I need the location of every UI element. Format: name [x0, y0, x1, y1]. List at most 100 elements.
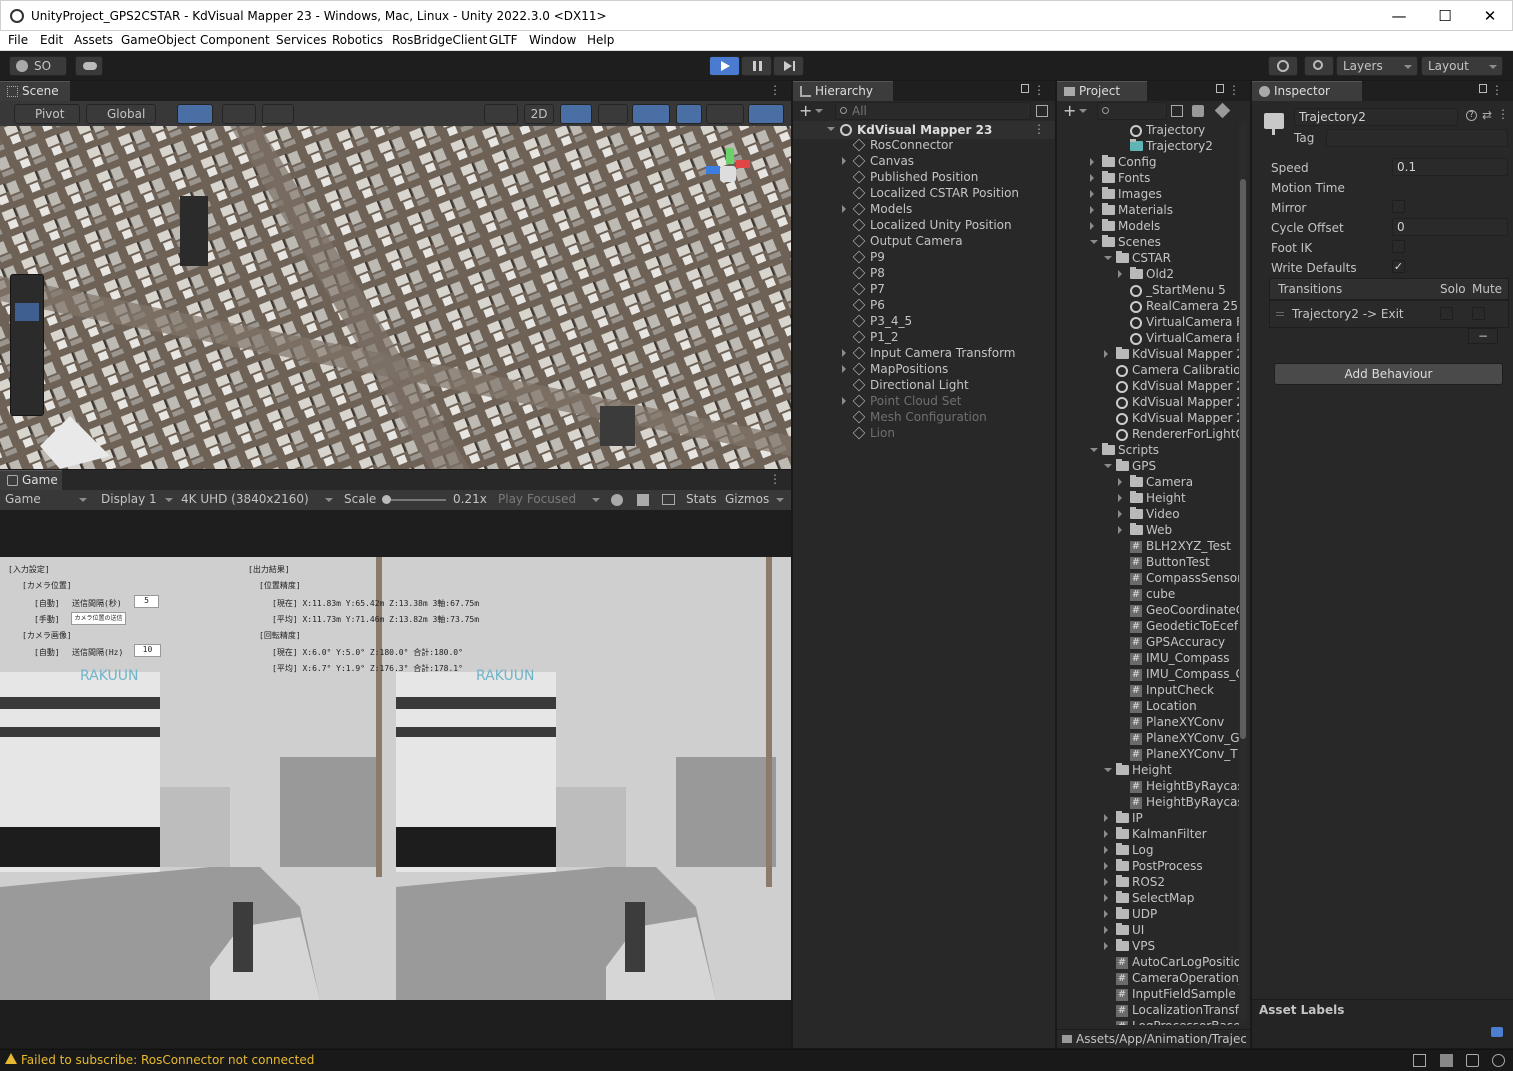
- project-item[interactable]: # LogProcessorBase: [1057, 1018, 1239, 1025]
- solo-checkbox[interactable]: [1440, 307, 1453, 320]
- global-toggle[interactable]: Global: [86, 104, 156, 124]
- expand-arrow-icon[interactable]: [842, 205, 846, 213]
- project-item[interactable]: Images: [1057, 186, 1239, 202]
- collapse-arrow-icon[interactable]: [1104, 768, 1112, 772]
- project-item[interactable]: Trajectory2: [1057, 138, 1239, 154]
- maximize-button[interactable]: ☐: [1422, 5, 1468, 27]
- project-item[interactable]: Camera Calibratior: [1057, 362, 1239, 378]
- project-item[interactable]: # GeodeticToEcef: [1057, 618, 1239, 634]
- project-item[interactable]: KdVisual Mapper 2: [1057, 394, 1239, 410]
- tab-hierarchy[interactable]: Hierarchy: [793, 81, 893, 101]
- search-button[interactable]: [1304, 56, 1334, 76]
- cache-icon[interactable]: [1440, 1054, 1453, 1067]
- hierarchy-item[interactable]: Mesh Configuration: [793, 409, 1055, 425]
- add-behaviour-button[interactable]: Add Behaviour: [1274, 363, 1503, 385]
- project-item[interactable]: Config: [1057, 154, 1239, 170]
- menu-edit[interactable]: Edit: [40, 33, 63, 47]
- account-dropdown[interactable]: SO: [9, 56, 67, 76]
- add-icon[interactable]: +: [799, 101, 812, 120]
- project-item[interactable]: Models: [1057, 218, 1239, 234]
- project-item[interactable]: KdVisual Mapper 2: [1057, 410, 1239, 426]
- menu-assets[interactable]: Assets: [74, 33, 113, 47]
- lock-icon[interactable]: [1021, 84, 1029, 93]
- project-item[interactable]: Scenes: [1057, 234, 1239, 250]
- tab-inspector[interactable]: Inspector: [1252, 81, 1362, 101]
- keyboard-icon[interactable]: [662, 494, 675, 505]
- project-item[interactable]: # InputFieldSample: [1057, 986, 1239, 1002]
- project-item[interactable]: IP: [1057, 810, 1239, 826]
- expand-arrow-icon[interactable]: [842, 365, 846, 373]
- project-item[interactable]: VirtualCamera R: [1057, 314, 1239, 330]
- hierarchy-item[interactable]: Directional Light: [793, 377, 1055, 393]
- project-item[interactable]: Fonts: [1057, 170, 1239, 186]
- project-item[interactable]: SelectMap: [1057, 890, 1239, 906]
- interval-input[interactable]: 5: [134, 595, 159, 608]
- menu-services[interactable]: Services: [276, 33, 327, 47]
- expand-arrow-icon[interactable]: [842, 349, 846, 357]
- preset-icon[interactable]: ⇄: [1482, 108, 1492, 122]
- project-item[interactable]: Video: [1057, 506, 1239, 522]
- project-item[interactable]: # HeightByRaycas: [1057, 794, 1239, 810]
- menu-file[interactable]: File: [8, 33, 28, 47]
- menu-window[interactable]: Window: [529, 33, 576, 47]
- expand-arrow-icon[interactable]: [1090, 190, 1094, 198]
- minimize-button[interactable]: —: [1376, 5, 1422, 27]
- help-icon[interactable]: ?: [1466, 110, 1477, 121]
- project-item[interactable]: VirtualCamera R: [1057, 330, 1239, 346]
- expand-arrow-icon[interactable]: [1118, 478, 1122, 486]
- expand-arrow-icon[interactable]: [1104, 926, 1108, 934]
- cloud-button[interactable]: [75, 56, 103, 76]
- remove-transition-button[interactable]: −: [1468, 328, 1498, 344]
- project-item[interactable]: Materials: [1057, 202, 1239, 218]
- hierarchy-item[interactable]: Localized Unity Position: [793, 217, 1055, 233]
- scale-slider[interactable]: [384, 499, 446, 501]
- 2d-toggle[interactable]: 2D: [524, 104, 554, 124]
- project-item[interactable]: CSTAR: [1057, 250, 1239, 266]
- hierarchy-item[interactable]: Canvas: [793, 153, 1055, 169]
- expand-arrow-icon[interactable]: [842, 157, 846, 165]
- filter-label-icon[interactable]: [1192, 105, 1204, 117]
- close-button[interactable]: ✕: [1467, 5, 1513, 27]
- step-button[interactable]: [773, 56, 804, 76]
- project-item[interactable]: RendererForLightG: [1057, 426, 1239, 442]
- expand-arrow-icon[interactable]: [1118, 510, 1122, 518]
- mirror-checkbox[interactable]: [1392, 200, 1405, 213]
- shading-mode-button[interactable]: [484, 104, 518, 124]
- game-render[interactable]: RAKUUN RAKUUN [入力設定] [カメラ位置] [自動] 送信間隔(秒…: [0, 557, 791, 1000]
- collapse-arrow-icon[interactable]: [1090, 240, 1098, 244]
- hand-tool-icon[interactable]: [15, 281, 39, 299]
- transform-tool-icon[interactable]: [15, 391, 39, 409]
- project-item[interactable]: # ButtonTest: [1057, 554, 1239, 570]
- drag-handle-icon[interactable]: [1276, 312, 1284, 316]
- speed-field[interactable]: 0.1: [1392, 158, 1508, 176]
- hierarchy-item[interactable]: Point Cloud Set: [793, 393, 1055, 409]
- project-item[interactable]: Old2: [1057, 266, 1239, 282]
- expand-arrow-icon[interactable]: [1104, 846, 1108, 854]
- hierarchy-item[interactable]: P9: [793, 249, 1055, 265]
- more-menu-icon[interactable]: ⋮: [769, 472, 781, 486]
- move-tool-icon[interactable]: [15, 303, 39, 321]
- project-item[interactable]: # PlaneXYConv_G: [1057, 730, 1239, 746]
- transition-item[interactable]: Trajectory2 -> Exit: [1292, 307, 1404, 321]
- tab-scene[interactable]: Scene: [0, 81, 70, 101]
- expand-arrow-icon[interactable]: [1090, 222, 1094, 230]
- project-item[interactable]: # HeightByRaycas: [1057, 778, 1239, 794]
- project-item[interactable]: ROS2: [1057, 874, 1239, 890]
- project-item[interactable]: UI: [1057, 922, 1239, 938]
- play-button[interactable]: [709, 56, 740, 76]
- collapse-arrow-icon[interactable]: [1090, 448, 1098, 452]
- more-menu-icon[interactable]: ⋮: [1497, 107, 1509, 121]
- hidden-toggle[interactable]: [676, 104, 702, 124]
- hierarchy-item[interactable]: P1_2: [793, 329, 1055, 345]
- expand-arrow-icon[interactable]: [842, 397, 846, 405]
- expand-arrow-icon[interactable]: [1104, 894, 1108, 902]
- project-item[interactable]: # BLH2XYZ_Test: [1057, 538, 1239, 554]
- mute-checkbox[interactable]: [1472, 307, 1485, 320]
- stats-button[interactable]: Stats: [686, 492, 717, 506]
- expand-arrow-icon[interactable]: [1104, 862, 1108, 870]
- layers-dropdown[interactable]: Layers: [1336, 56, 1418, 76]
- project-item[interactable]: # IMU_Compass: [1057, 650, 1239, 666]
- favorite-icon[interactable]: [1214, 102, 1231, 119]
- project-item[interactable]: Web: [1057, 522, 1239, 538]
- hierarchy-item[interactable]: Published Position: [793, 169, 1055, 185]
